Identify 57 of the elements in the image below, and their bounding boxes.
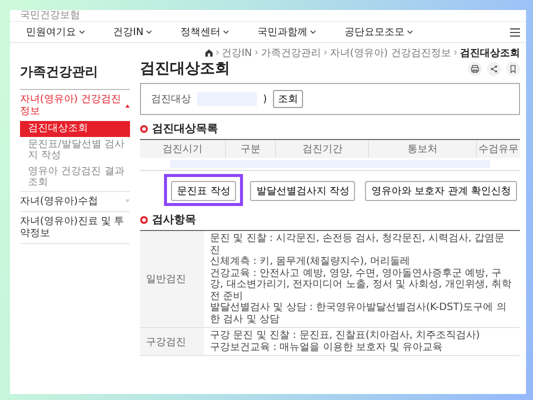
section-title: 검진대상목록 [152, 121, 218, 136]
section-title: 검사항목 [152, 212, 196, 227]
lookup-button[interactable]: 조회 [272, 90, 303, 108]
item-description: 발달선별검사 및 상담 : 한국영유아발달선별검사(K-DST)도구에 의한 검사 및 상담 [210, 302, 508, 325]
action-button[interactable]: 영유아와 보호자 관계 확인신청 [365, 181, 517, 201]
nav-menu-item[interactable]: 공단요모조모 [344, 25, 414, 39]
category-cell: 구강검진 [140, 328, 204, 355]
sidebar-item[interactable]: 자녀(영유아) 건강검진정보 [20, 90, 130, 121]
column-header: 수검유무 [477, 143, 520, 157]
breadcrumb-link[interactable]: 건강IN [222, 46, 252, 60]
home-icon[interactable] [204, 48, 213, 56]
nav-menu-item[interactable]: 민원여기요 [26, 25, 85, 39]
item-description: 문진 및 진찰 : 시각문진, 손전등 검사, 청각문진, 시력검사, 갑염문진 [210, 233, 506, 256]
sidebar-subitem[interactable]: 문진표/발달선별 검사지 작성 [20, 136, 130, 164]
item-description: 구강보건교육 : 매뉴얼을 이용한 보호자 및 유아교육 [210, 342, 444, 353]
sidebar-item[interactable]: 자녀(영유아)진료 및 투약정보 [20, 212, 130, 243]
chevron-down-icon [146, 30, 152, 34]
chevron-right-icon [216, 50, 219, 55]
sidebar-item[interactable]: 자녀(영유아)수첩 [20, 192, 130, 211]
field-text: ) [263, 94, 267, 104]
triangle-down-icon [125, 199, 130, 204]
breadcrumb-link[interactable]: 자녀(영유아) 건강검진정보 [330, 46, 451, 60]
column-header: 통보처 [369, 140, 477, 158]
sidebar-subitem[interactable]: 검진대상조회 [20, 121, 130, 136]
column-header: 검진시기 [140, 140, 226, 158]
triangle-up-icon [125, 104, 130, 108]
breadcrumb-link[interactable]: 가족건강관리 [261, 46, 322, 60]
chevron-down-icon [79, 30, 85, 34]
chevron-down-icon [310, 30, 316, 34]
item-description: 신체계측 : 키, 몸무게(체질량지수), 머리둘레 [210, 256, 412, 268]
page-title: 검진대상조회 [140, 59, 230, 78]
nav-menu-item[interactable]: 정책센터 [180, 25, 230, 39]
field-label: 검진대상 [151, 93, 191, 106]
sidebar-subitem[interactable]: 영유아 건강검진 결과조회 [20, 164, 130, 190]
breadcrumb-link[interactable]: 검진대상조회 [460, 46, 520, 60]
item-description: 건강교육 : 안전사고 예방, 영양, 수면, 영아돌연사증후군 예방, 구강, 대소변가리기, 전자미디어 노출, 정서 및 사회성, 개인위생, 취학전 준비 [210, 268, 512, 302]
action-button[interactable]: 발달선별검사지 작성 [250, 181, 356, 201]
bookmark-icon[interactable] [506, 62, 520, 76]
chevron-right-icon [454, 50, 457, 55]
item-description: 구강 문진 및 진찰 : 문진표, 진찰표(치아검사, 치주조직검사) [210, 330, 480, 342]
share-icon[interactable] [487, 62, 501, 76]
column-header: 검진기간 [276, 140, 370, 158]
ring-bullet-icon [140, 216, 148, 224]
chevron-down-icon [407, 30, 414, 34]
ring-bullet-icon [140, 124, 148, 132]
column-header: 구분 [226, 140, 276, 158]
chevron-right-icon [255, 50, 258, 55]
nav-menu-item[interactable]: 국민과함께 [257, 25, 316, 39]
action-button[interactable]: 문진표 작성 [171, 181, 236, 201]
chevron-down-icon [223, 30, 230, 34]
nav-menu-item[interactable]: 건강IN [113, 25, 152, 39]
chevron-right-icon [324, 50, 328, 55]
sidebar-title: 가족건강관리 [20, 59, 130, 90]
print-icon[interactable] [468, 62, 482, 76]
site-logo-text[interactable]: 국민건강보험 [20, 10, 80, 21]
category-cell: 일반검진 [140, 231, 204, 327]
menu-icon[interactable] [510, 28, 520, 36]
